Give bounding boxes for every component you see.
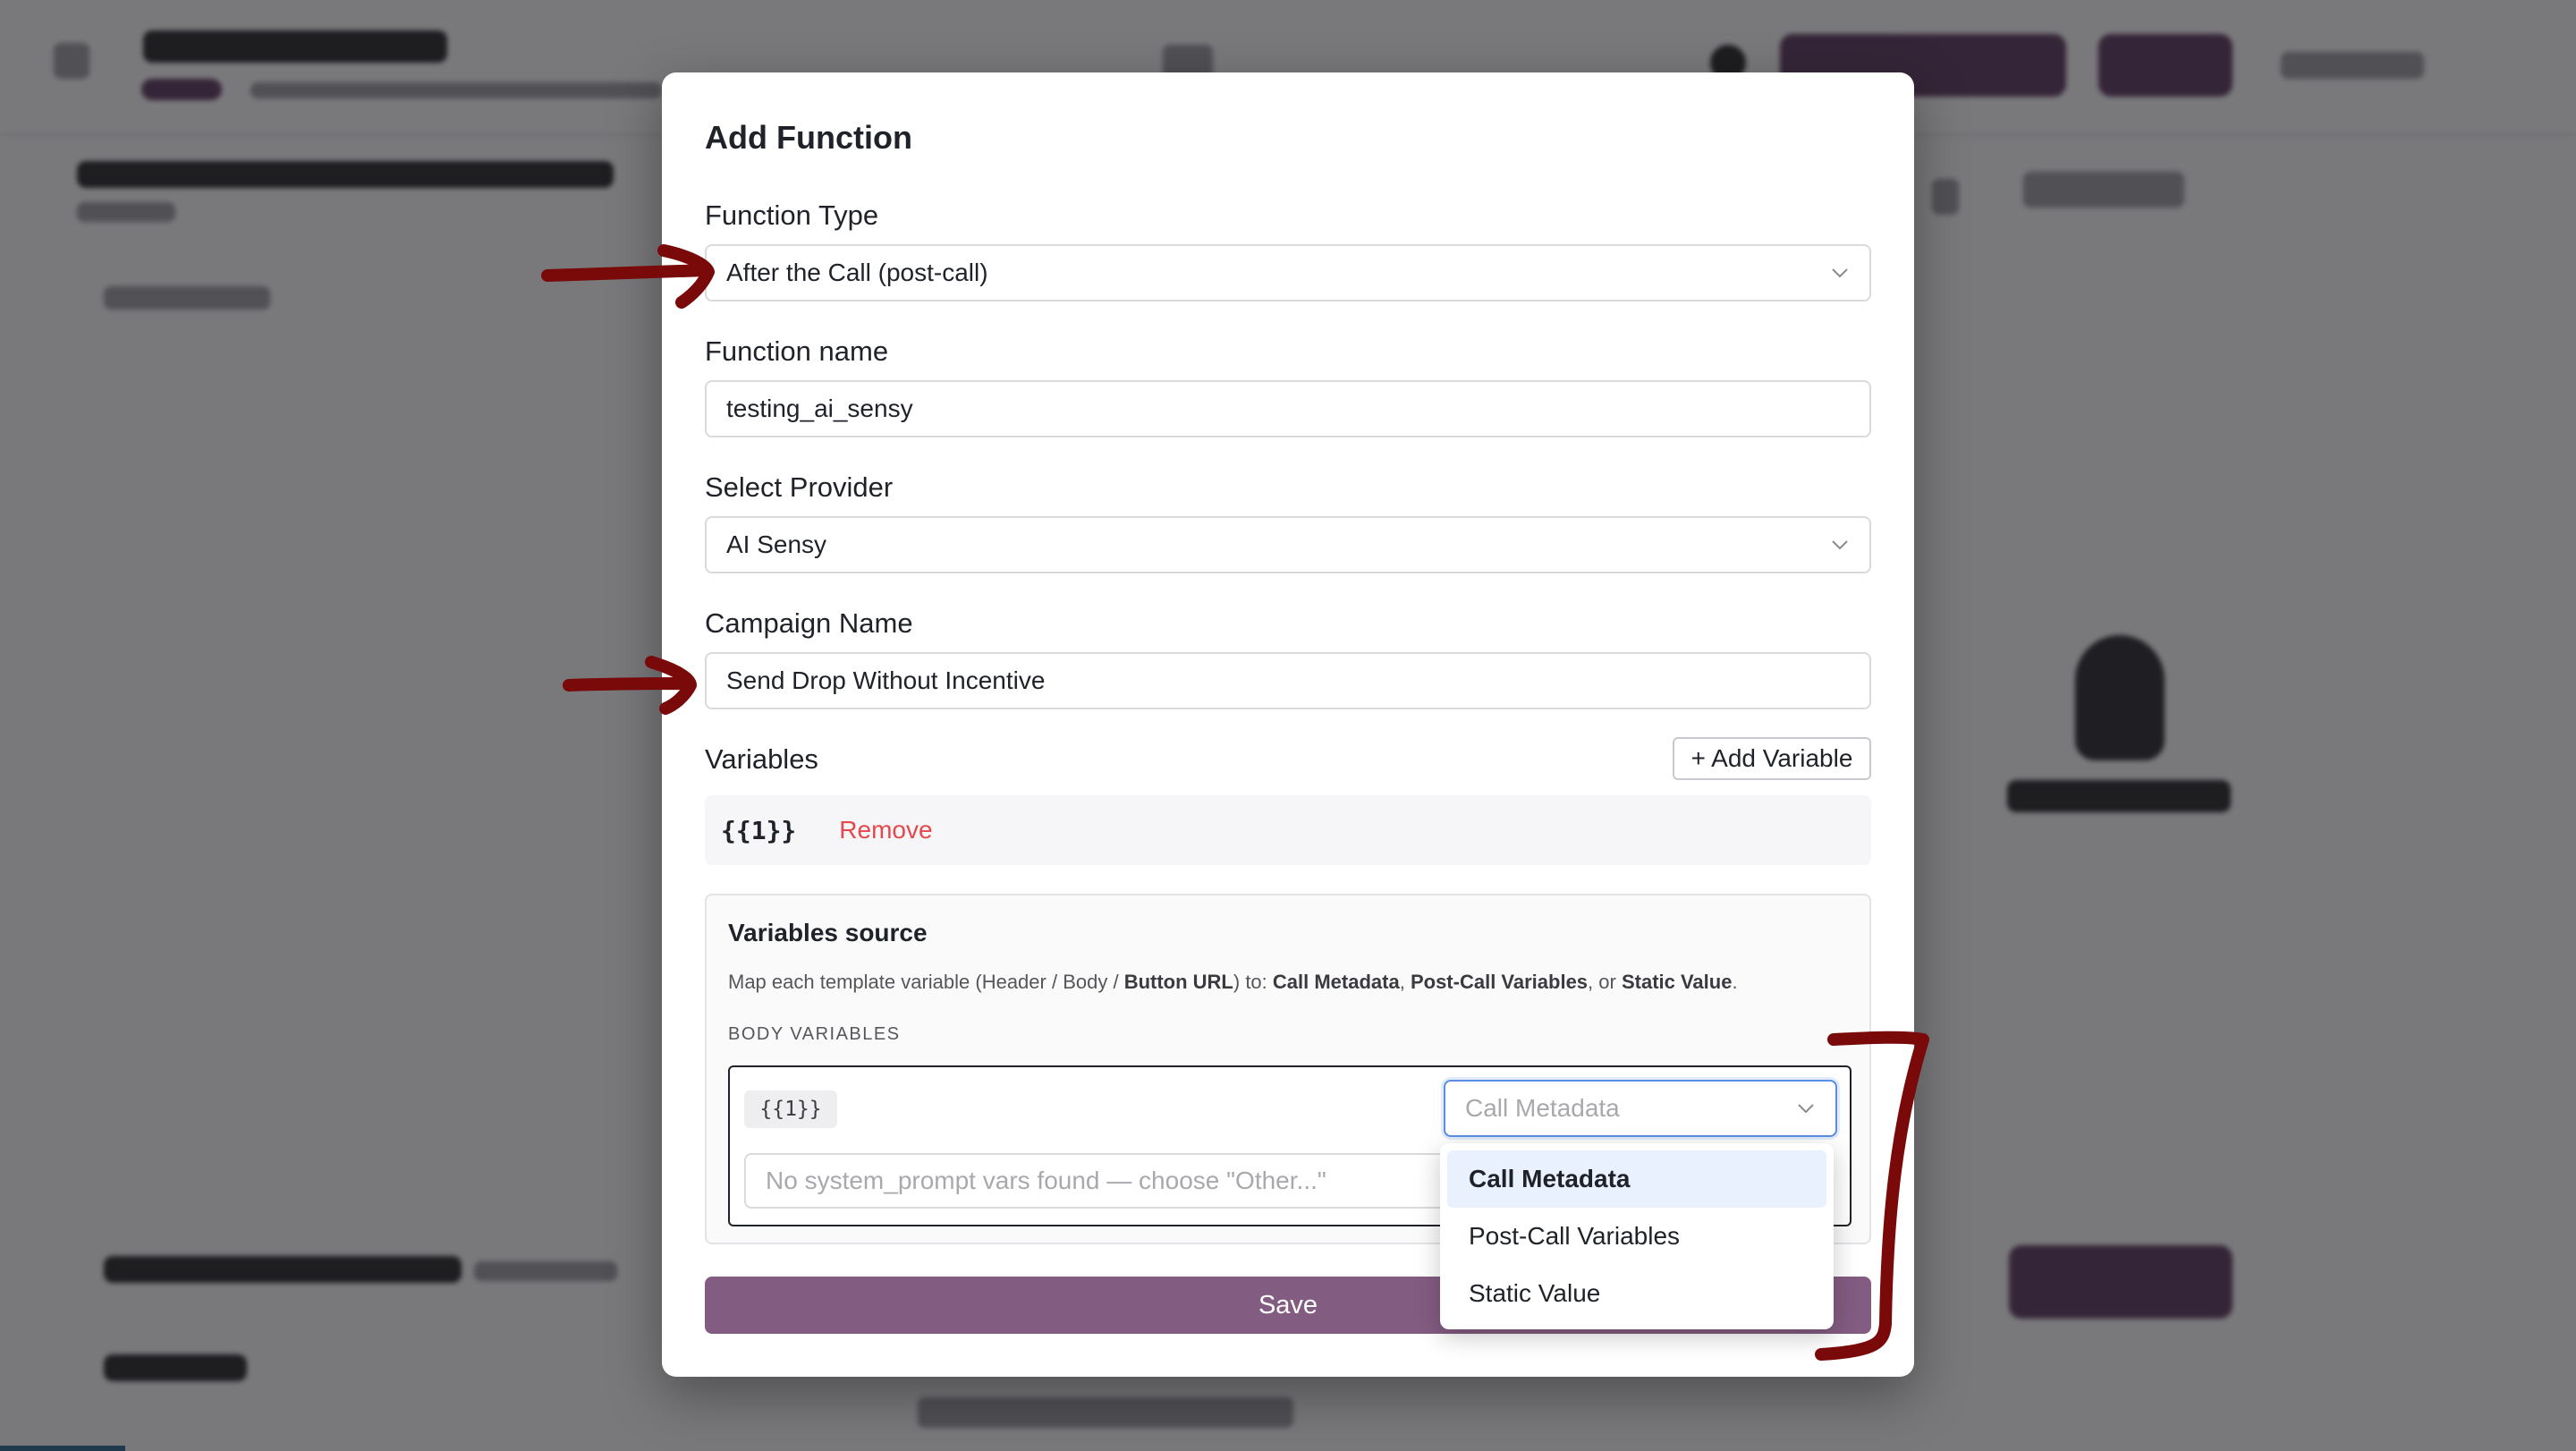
- modal-title: Add Function: [705, 119, 912, 156]
- dropdown-option-call-metadata[interactable]: Call Metadata: [1447, 1150, 1826, 1208]
- variables-source-description: Map each template variable (Header / Bod…: [728, 971, 1738, 993]
- dropdown-option-post-call-variables[interactable]: Post-Call Variables: [1447, 1208, 1826, 1265]
- variables-label: Variables: [705, 743, 818, 775]
- function-type-select[interactable]: After the Call (post-call): [705, 244, 1871, 301]
- variable-token: {{1}}: [721, 815, 797, 845]
- variable-source-placeholder: Call Metadata: [1465, 1094, 1620, 1122]
- variables-source-title: Variables source: [728, 919, 928, 946]
- campaign-name-input[interactable]: Send Drop Without Incentive: [705, 652, 1871, 709]
- function-name-value: testing_ai_sensy: [726, 395, 913, 422]
- provider-value: AI Sensy: [726, 530, 827, 558]
- variable-source-select[interactable]: Call Metadata: [1444, 1080, 1837, 1137]
- campaign-name-label: Campaign Name: [705, 607, 913, 639]
- system-prompt-placeholder: No system_prompt vars found — choose "Ot…: [766, 1167, 1326, 1194]
- bottom-strip: [0, 1446, 125, 1451]
- function-name-label: Function name: [705, 335, 889, 367]
- chevron-down-icon: [1830, 535, 1850, 555]
- variable-source-dropdown: Call Metadata Post-Call Variables Static…: [1440, 1143, 1834, 1329]
- chevron-down-icon: [1796, 1099, 1816, 1118]
- body-variable-token: {{1}}: [744, 1090, 837, 1128]
- function-name-input[interactable]: testing_ai_sensy: [705, 380, 1871, 437]
- provider-label: Select Provider: [705, 471, 894, 503]
- variable-row: {{1}} Remove: [705, 795, 1871, 865]
- add-variable-button[interactable]: + Add Variable: [1673, 737, 1871, 780]
- body-variables-label: BODY VARIABLES: [728, 1024, 901, 1044]
- function-type-label: Function Type: [705, 199, 879, 231]
- provider-select[interactable]: AI Sensy: [705, 516, 1871, 573]
- function-type-value: After the Call (post-call): [726, 259, 988, 286]
- remove-variable-link[interactable]: Remove: [839, 816, 932, 844]
- chevron-down-icon: [1830, 263, 1850, 283]
- system-prompt-var-input[interactable]: No system_prompt vars found — choose "Ot…: [744, 1153, 1460, 1209]
- dropdown-option-static-value[interactable]: Static Value: [1447, 1265, 1826, 1322]
- campaign-name-value: Send Drop Without Incentive: [726, 666, 1046, 694]
